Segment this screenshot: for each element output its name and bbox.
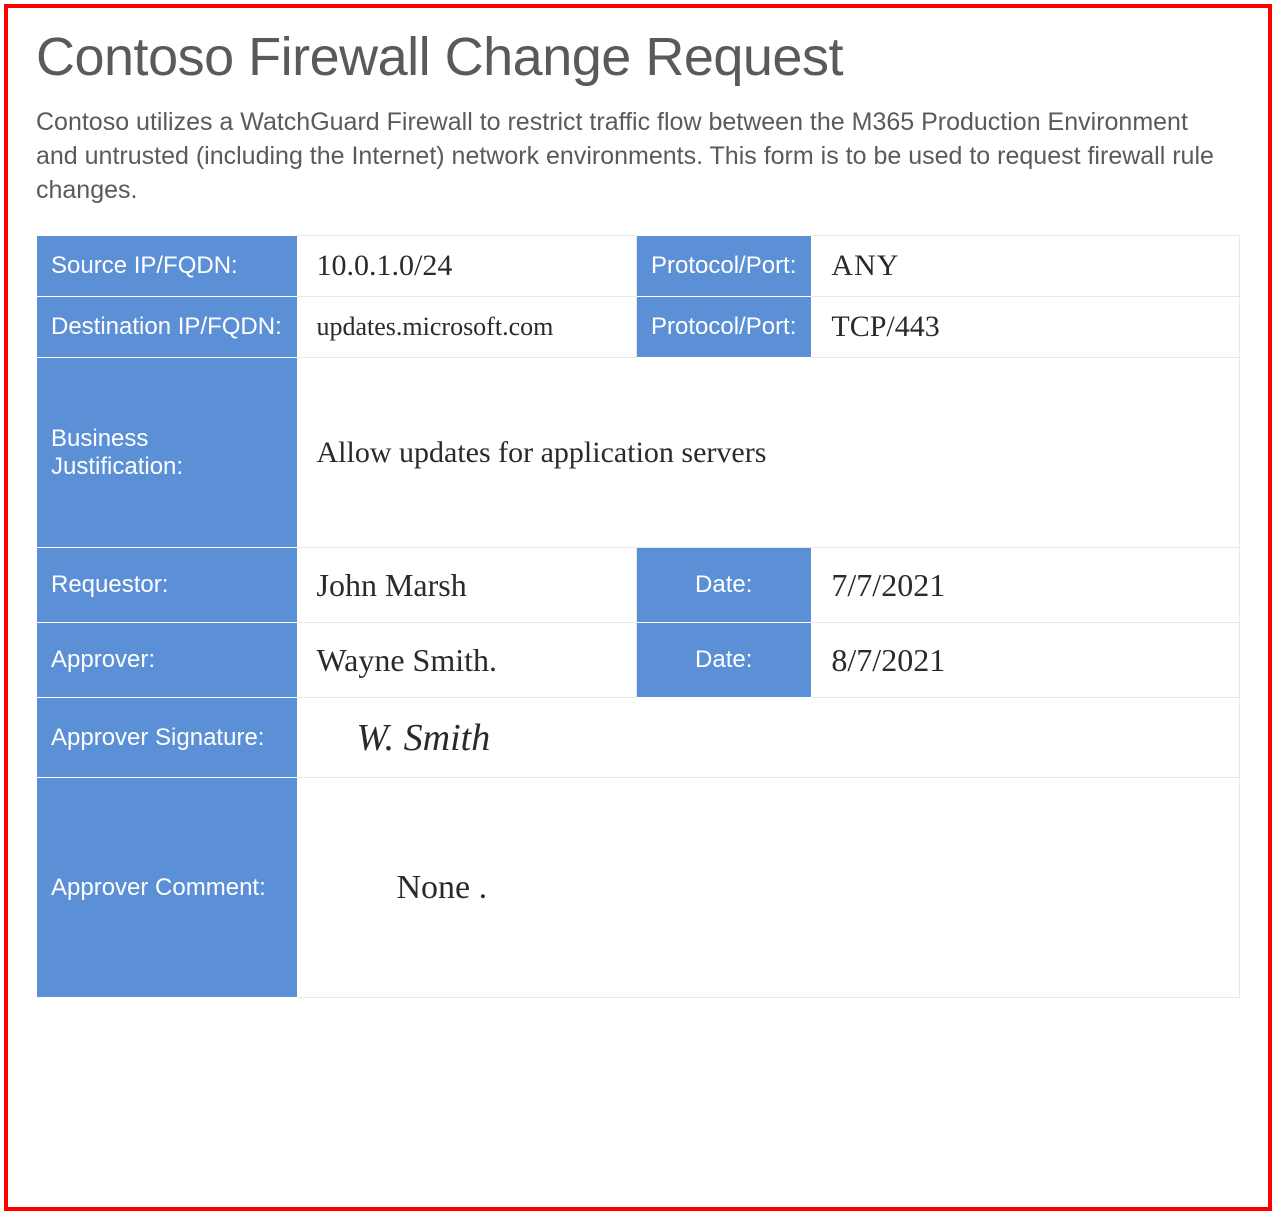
value-approver-comment: None . bbox=[297, 778, 1240, 998]
value-requestor: John Marsh bbox=[297, 548, 637, 623]
document-description: Contoso utilizes a WatchGuard Firewall t… bbox=[36, 106, 1236, 207]
value-source-protocol-port: ANY bbox=[811, 236, 1240, 297]
label-approver-signature: Approver Signature: bbox=[37, 698, 297, 778]
row-approver: Approver: Wayne Smith. Date: 8/7/2021 bbox=[37, 623, 1240, 698]
value-requestor-date: 7/7/2021 bbox=[811, 548, 1240, 623]
value-dest-protocol-port: TCP/443 bbox=[811, 297, 1240, 358]
value-approver-date: 8/7/2021 bbox=[811, 623, 1240, 698]
row-destination: Destination IP/FQDN: updates.microsoft.c… bbox=[37, 297, 1240, 358]
value-approver-signature: W. Smith bbox=[297, 698, 1240, 778]
value-dest-ip: updates.microsoft.com bbox=[297, 297, 637, 358]
label-approver-comment: Approver Comment: bbox=[37, 778, 297, 998]
label-business-justification: Business Justification: bbox=[37, 358, 297, 548]
label-approver-date: Date: bbox=[637, 623, 811, 698]
label-source-ip: Source IP/FQDN: bbox=[37, 236, 297, 297]
document-title: Contoso Firewall Change Request bbox=[36, 26, 1240, 88]
value-business-justification: Allow updates for application servers bbox=[297, 358, 1240, 548]
row-approver-comment: Approver Comment: None . bbox=[37, 778, 1240, 998]
label-source-protocol-port: Protocol/Port: bbox=[637, 236, 811, 297]
value-approver: Wayne Smith. bbox=[297, 623, 637, 698]
row-business-justification: Business Justification: Allow updates fo… bbox=[37, 358, 1240, 548]
row-source: Source IP/FQDN: 10.0.1.0/24 Protocol/Por… bbox=[37, 236, 1240, 297]
label-dest-ip: Destination IP/FQDN: bbox=[37, 297, 297, 358]
label-approver: Approver: bbox=[37, 623, 297, 698]
row-requestor: Requestor: John Marsh Date: 7/7/2021 bbox=[37, 548, 1240, 623]
label-dest-protocol-port: Protocol/Port: bbox=[637, 297, 811, 358]
value-source-ip: 10.0.1.0/24 bbox=[297, 236, 637, 297]
label-requestor: Requestor: bbox=[37, 548, 297, 623]
document-frame: Contoso Firewall Change Request Contoso … bbox=[4, 4, 1272, 1211]
label-requestor-date: Date: bbox=[637, 548, 811, 623]
row-approver-signature: Approver Signature: W. Smith bbox=[37, 698, 1240, 778]
form-table: Source IP/FQDN: 10.0.1.0/24 Protocol/Por… bbox=[36, 235, 1240, 998]
